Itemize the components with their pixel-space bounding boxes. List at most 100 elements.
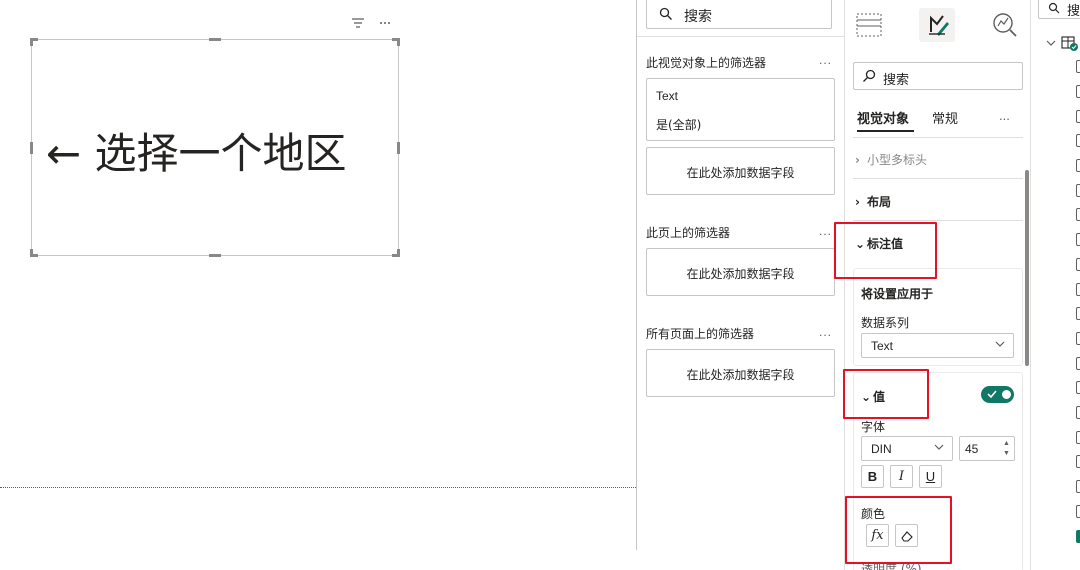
- format-visual-icon[interactable]: [919, 8, 955, 42]
- page-filters-title: 此页上的筛选器: [646, 226, 731, 240]
- analytics-icon[interactable]: [987, 8, 1023, 42]
- format-pane-scrollbar[interactable]: [1025, 170, 1029, 366]
- underline-button[interactable]: U: [919, 465, 942, 488]
- tab-visual[interactable]: 视觉对象: [857, 108, 909, 127]
- section-label: 布局: [867, 195, 892, 209]
- field-checkbox[interactable]: [1076, 233, 1080, 246]
- bold-button[interactable]: B: [861, 465, 884, 488]
- field-checkbox[interactable]: [1076, 505, 1080, 518]
- field-checkbox-checked[interactable]: [1076, 530, 1080, 543]
- chevron-right-icon: ›: [855, 195, 860, 209]
- section-small-multiples-header[interactable]: › 小型多标头: [855, 151, 927, 168]
- series-dropdown-value: Text: [871, 339, 894, 353]
- page-boundary-line: [0, 487, 636, 488]
- field-checkbox[interactable]: [1076, 159, 1080, 172]
- add-data-field-visual[interactable]: 在此处添加数据字段: [646, 147, 835, 195]
- field-checkbox[interactable]: [1076, 283, 1080, 296]
- visual-header: [350, 16, 400, 34]
- format-pane: ▔▔▔▔▔▔▔▔▔ 搜索 视觉对象 常规 ... › 小型多标头 › 布局: [844, 0, 1030, 570]
- filter-icon[interactable]: [350, 16, 366, 32]
- filter-pane: 搜索 此视觉对象上的筛选器 ... Text 是(全部) 在此处添加数据字段 此…: [636, 0, 845, 550]
- value-toggle[interactable]: [981, 386, 1014, 403]
- field-checkbox[interactable]: [1076, 184, 1080, 197]
- highlight-callout-value: [834, 222, 937, 279]
- field-checkbox[interactable]: [1076, 431, 1080, 444]
- pane-title-cut: ▔▔▔▔▔▔▔▔▔: [854, 0, 1004, 3]
- field-checkbox[interactable]: [1076, 60, 1080, 73]
- divider: [637, 36, 845, 37]
- resize-handle-top[interactable]: [209, 38, 221, 41]
- search-icon: [1048, 2, 1060, 14]
- field-checkbox[interactable]: [1076, 357, 1080, 370]
- chevron-down-icon: [1046, 40, 1056, 46]
- field-checkbox[interactable]: [1076, 455, 1080, 468]
- add-data-field-label: 在此处添加数据字段: [686, 368, 795, 382]
- series-dropdown[interactable]: Text: [861, 333, 1014, 358]
- table-node[interactable]: [1045, 34, 1080, 54]
- filter-search-input[interactable]: 搜索: [646, 0, 832, 29]
- more-options-icon[interactable]: [377, 16, 393, 32]
- format-more-button[interactable]: ...: [999, 108, 1010, 123]
- report-canvas[interactable]: ← 选择一个地区: [0, 0, 636, 570]
- divider: [853, 137, 1023, 138]
- highlight-value-section: [843, 369, 929, 419]
- page-filters-more-button[interactable]: ...: [819, 224, 832, 238]
- card-visual[interactable]: ← 选择一个地区: [30, 38, 400, 257]
- increment-icon[interactable]: ▲: [1003, 440, 1011, 448]
- field-checkbox[interactable]: [1076, 332, 1080, 345]
- card-callout-text: ← 选择一个地区: [46, 129, 347, 178]
- field-checkbox[interactable]: [1076, 381, 1080, 394]
- section-label: 小型多标头: [867, 153, 928, 167]
- divider: [853, 220, 1023, 221]
- decrement-icon[interactable]: ▼: [1003, 450, 1011, 458]
- section-layout[interactable]: › 布局: [855, 193, 891, 210]
- add-data-field-page[interactable]: 在此处添加数据字段: [646, 248, 835, 296]
- field-checkbox[interactable]: [1076, 406, 1080, 419]
- active-tab-indicator: [857, 130, 914, 132]
- field-checkbox[interactable]: [1076, 208, 1080, 221]
- series-label: 数据系列: [861, 316, 910, 330]
- resize-handle-left[interactable]: [30, 142, 33, 154]
- font-family-value: DIN: [871, 442, 892, 456]
- search-placeholder: 搜索: [684, 9, 712, 25]
- resize-handle-right[interactable]: [397, 142, 400, 154]
- visual-filters-more-button[interactable]: ...: [819, 53, 832, 67]
- resize-handle-bottom-right[interactable]: [392, 249, 400, 257]
- resize-handle-top-right[interactable]: [392, 38, 400, 46]
- chevron-down-icon: [934, 444, 944, 450]
- font-family-dropdown[interactable]: DIN: [861, 436, 953, 461]
- format-search-input[interactable]: 搜索: [853, 62, 1023, 90]
- visual-filters-title: 此视觉对象上的筛选器: [646, 56, 767, 70]
- filter-field-name: Text: [656, 89, 679, 103]
- data-search-input[interactable]: 搜: [1038, 0, 1080, 19]
- field-checkbox[interactable]: [1076, 480, 1080, 493]
- all-pages-filters-title: 所有页面上的筛选器: [646, 327, 755, 341]
- field-checkbox[interactable]: [1076, 258, 1080, 271]
- chevron-down-icon: [995, 341, 1005, 347]
- resize-handle-bottom[interactable]: [209, 254, 221, 257]
- add-data-field-all-pages[interactable]: 在此处添加数据字段: [646, 349, 835, 397]
- check-icon: [987, 390, 997, 399]
- all-pages-filters-more-button[interactable]: ...: [819, 325, 832, 339]
- field-checkbox[interactable]: [1076, 134, 1080, 147]
- field-checkbox[interactable]: [1076, 307, 1080, 320]
- filter-field-value: 是(全部): [656, 118, 702, 132]
- field-checkbox[interactable]: [1076, 85, 1080, 98]
- resize-handle-top-left[interactable]: [30, 38, 38, 46]
- search-icon: [659, 7, 672, 20]
- chevron-right-icon: ›: [855, 153, 860, 167]
- tab-general[interactable]: 常规: [932, 108, 958, 127]
- search-placeholder: 搜: [1067, 4, 1080, 19]
- field-checkbox[interactable]: [1076, 110, 1080, 123]
- highlight-color-section: [845, 496, 952, 564]
- add-data-field-label: 在此处添加数据字段: [686, 166, 795, 180]
- build-visual-icon[interactable]: [851, 8, 887, 42]
- font-label: 字体: [861, 420, 886, 434]
- search-placeholder: 搜索: [883, 73, 910, 88]
- resize-handle-bottom-left[interactable]: [30, 249, 38, 257]
- filter-card-text[interactable]: Text 是(全部): [646, 78, 835, 141]
- font-size-stepper[interactable]: 45 ▲ ▼: [959, 436, 1015, 461]
- data-pane: 搜: [1030, 0, 1080, 570]
- apply-settings-label: 将设置应用于: [861, 287, 934, 301]
- italic-button[interactable]: I: [890, 465, 913, 488]
